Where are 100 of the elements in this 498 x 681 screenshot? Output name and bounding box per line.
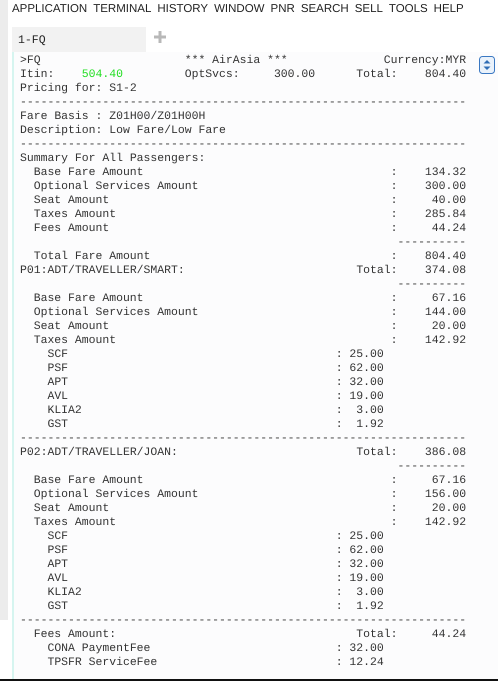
- item-value: 25.00: [349, 530, 384, 543]
- menu-item[interactable]: HISTORY: [157, 3, 208, 22]
- amount-label: Base Fare Amount: [34, 166, 144, 179]
- colon-separator: :: [336, 586, 343, 600]
- amount-label: Base Fare Amount: [34, 474, 144, 487]
- item-label: GST: [47, 418, 68, 431]
- menu-item[interactable]: APPLICATION: [12, 3, 88, 22]
- colon-separator: :: [390, 474, 398, 488]
- amount-label: Fees Amount: [34, 222, 110, 235]
- item-label: APT: [47, 558, 68, 571]
- menu-item[interactable]: SEARCH: [300, 3, 349, 22]
- menu-item[interactable]: WINDOW: [214, 3, 265, 22]
- terminal-line: Pricing for: S1-2: [20, 82, 137, 96]
- total-value: 374.08: [424, 264, 466, 277]
- terminal-line: Fare Basis : Z01H00/Z01H00H: [20, 110, 206, 124]
- colon-separator: :: [336, 362, 343, 376]
- total-label: Total:: [356, 446, 398, 460]
- scroll-toggle-icon[interactable]: [479, 56, 496, 74]
- terminal-line: Summary For All Passengers:: [20, 152, 206, 166]
- colon-separator: :: [336, 642, 343, 656]
- item-value: 62.00: [349, 544, 384, 557]
- item-label: CONA PaymentFee: [47, 642, 150, 655]
- currency-text: Currency:MYR: [384, 54, 466, 68]
- total-value: 44.24: [432, 628, 466, 641]
- amount-label: Total Fare Amount: [34, 250, 150, 263]
- amount-value: 142.92: [424, 516, 466, 529]
- optsvcs-label: OptSvcs:: [184, 68, 241, 82]
- amount-value: 156.00: [424, 488, 466, 501]
- amount-label: Taxes Amount: [34, 334, 116, 347]
- item-value: 19.00: [349, 572, 384, 585]
- colon-separator: :: [390, 320, 398, 334]
- passenger-label: P01:ADT/TRAVELLER/SMART:: [20, 264, 185, 277]
- amount-value: 804.40: [424, 250, 466, 263]
- colon-separator: :: [336, 530, 343, 544]
- colon-separator: :: [390, 194, 398, 208]
- item-label: PSF: [47, 544, 68, 557]
- total-value: 386.08: [424, 446, 466, 459]
- item-value: 12.24: [349, 656, 384, 669]
- total-value: 804.40: [424, 68, 466, 82]
- dash-rule: -----------------------------------------------------------------: [20, 96, 466, 110]
- item-value: 1.92: [356, 600, 384, 613]
- section-label: Fees Amount:: [34, 628, 116, 641]
- colon-separator: :: [390, 250, 398, 264]
- command-text: >FQ: [20, 54, 42, 68]
- item-value: 62.00: [349, 362, 384, 375]
- item-value: 25.00: [349, 348, 384, 361]
- colon-separator: :: [336, 376, 343, 390]
- colon-separator: :: [390, 488, 398, 502]
- menu-item[interactable]: PNR: [270, 3, 295, 22]
- menu-item[interactable]: HELP: [434, 3, 464, 22]
- item-label: KLIA2: [47, 404, 82, 417]
- item-label: SCF: [47, 530, 68, 543]
- total-label: Total:: [356, 628, 398, 642]
- terminal-tab[interactable]: 1-FQ: [12, 27, 146, 52]
- optsvcs-value: 300.00: [274, 68, 316, 81]
- dash-rule: ----------: [397, 460, 466, 474]
- item-label: AVL: [47, 572, 68, 585]
- amount-value: 20.00: [432, 502, 466, 515]
- amount-value: 40.00: [432, 194, 466, 207]
- amount-label: Optional Services Amount: [34, 180, 198, 193]
- colon-separator: :: [390, 334, 398, 348]
- total-label: Total:: [356, 264, 398, 278]
- terminal-line: Description: Low Fare/Low Fare: [20, 124, 226, 138]
- itin-value: 504.40: [82, 68, 123, 81]
- item-value: 32.00: [349, 642, 384, 655]
- amount-label: Taxes Amount: [34, 208, 116, 221]
- item-label: PSF: [47, 362, 68, 375]
- item-label: APT: [47, 376, 68, 389]
- dash-rule: -----------------------------------------------------------------: [20, 138, 466, 152]
- menu-item[interactable]: TERMINAL: [93, 3, 152, 22]
- colon-separator: :: [390, 306, 398, 320]
- colon-separator: :: [390, 516, 398, 530]
- menu-item[interactable]: SELL: [354, 3, 383, 22]
- colon-separator: :: [390, 292, 398, 306]
- colon-separator: :: [336, 418, 343, 432]
- dash-rule: -----------------------------------------------------------------: [20, 432, 466, 446]
- menu-item[interactable]: TOOLS: [388, 3, 428, 22]
- itin-label: Itin:: [20, 68, 56, 82]
- colon-separator: :: [336, 572, 343, 586]
- colon-separator: :: [336, 390, 343, 404]
- amount-label: Optional Services Amount: [34, 306, 198, 319]
- amount-label: Seat Amount: [34, 320, 110, 333]
- colon-separator: :: [390, 502, 398, 516]
- colon-separator: :: [390, 166, 398, 180]
- amount-value: 300.00: [424, 180, 466, 193]
- colon-separator: :: [336, 558, 343, 572]
- item-label: AVL: [47, 390, 68, 403]
- item-value: 1.92: [356, 418, 384, 431]
- amount-value: 134.32: [424, 166, 466, 179]
- amount-value: 142.92: [424, 334, 466, 347]
- amount-value: 285.84: [424, 208, 466, 221]
- item-label: TPSFR ServiceFee: [47, 656, 158, 669]
- colon-separator: :: [390, 222, 398, 236]
- amount-value: 67.16: [432, 292, 466, 305]
- amount-value: 20.00: [432, 320, 466, 333]
- dash-rule: -----------------------------------------------------------------: [20, 614, 466, 628]
- amount-label: Optional Services Amount: [34, 488, 198, 501]
- item-value: 32.00: [349, 376, 384, 389]
- item-value: 32.00: [349, 558, 384, 571]
- dash-rule: ----------: [397, 278, 466, 292]
